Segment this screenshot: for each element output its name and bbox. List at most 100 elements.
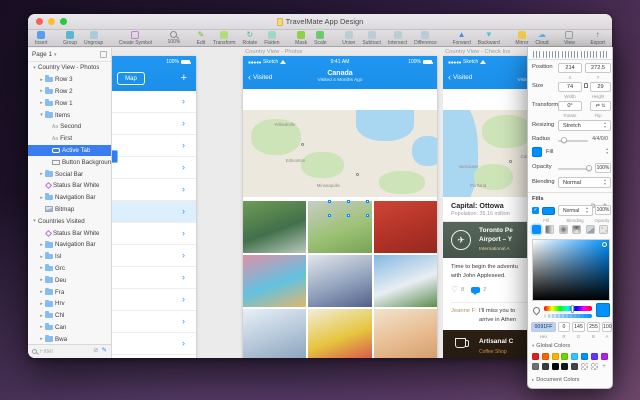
width-field[interactable]: 74	[558, 82, 582, 92]
toolbar-100-[interactable]: 100%	[168, 31, 181, 45]
global-color-swatch[interactable]	[561, 353, 568, 360]
toolbar-rotate[interactable]: ↻Rotate	[243, 31, 258, 46]
global-color-swatch[interactable]	[532, 353, 539, 360]
country-list-row[interactable]: ›	[112, 179, 196, 201]
hue-slider-knob[interactable]	[571, 305, 574, 313]
toolbar-union[interactable]: Union	[342, 31, 355, 46]
photo-forest-river[interactable]	[243, 201, 306, 253]
align-top-icon[interactable]	[581, 51, 588, 58]
green-field[interactable]: 145	[572, 322, 585, 332]
height-field[interactable]: 29	[590, 82, 611, 92]
photo-barn-meadow[interactable]	[308, 201, 371, 253]
opacity-field[interactable]: 100%	[595, 163, 611, 173]
country-list-row[interactable]: ›	[112, 311, 196, 333]
fill-type-image-icon[interactable]	[586, 225, 595, 234]
layer-fra[interactable]: ▸Fra	[28, 286, 111, 298]
fill-type-radial-icon[interactable]	[559, 225, 568, 234]
fill-type-linear-icon[interactable]	[545, 225, 554, 234]
toolbar-ungroup[interactable]: Ungroup	[84, 31, 103, 46]
layer-hrv[interactable]: ▸Hrv	[28, 298, 111, 310]
toolbar-export[interactable]: ↑Export	[590, 31, 604, 46]
fill-type-solid-icon[interactable]	[532, 225, 541, 234]
toolbar-subtract[interactable]: Subtract	[362, 31, 381, 46]
comment-bubble-icon[interactable]	[471, 287, 480, 293]
map-pin[interactable]	[356, 173, 359, 176]
layer-navigation-bar[interactable]: ▸Navigation Bar	[28, 192, 111, 204]
layer-status-bar-white[interactable]: Status Bar White	[28, 227, 111, 239]
layer-button-background[interactable]: Button Background	[28, 156, 111, 168]
country-list-row[interactable]: ›	[112, 223, 196, 245]
fill-type-angular-icon[interactable]	[572, 225, 581, 234]
artboard-countries-visited[interactable]: 100% Map + ››››››››››››	[112, 56, 196, 358]
country-list-row[interactable]: ›	[112, 245, 196, 267]
add-color-button[interactable]: +	[601, 363, 608, 370]
selection-handle[interactable]	[347, 200, 350, 203]
lock-icon[interactable]	[584, 83, 588, 88]
stepper-icon[interactable]: ▴▾	[606, 148, 608, 155]
toolbar-scale[interactable]: Scale	[314, 31, 327, 46]
hex-field[interactable]: 0091FF	[531, 322, 556, 332]
layer-items[interactable]: ▾Items	[28, 109, 111, 121]
checkin-coffee-card[interactable]: Artisanal C Coffee Shop	[443, 330, 527, 358]
toolbar-intersect[interactable]: Intersect	[388, 31, 407, 46]
selection-handle[interactable]	[347, 214, 350, 217]
photo-alpine-peak[interactable]	[374, 255, 437, 307]
toolbar-create-symbol[interactable]: Create Symbol	[119, 31, 152, 46]
selection-handle[interactable]	[328, 214, 331, 217]
selection-handle[interactable]	[328, 200, 331, 203]
eyedropper-icon[interactable]	[532, 306, 542, 316]
fill-opacity-field[interactable]: 100%	[595, 205, 611, 215]
global-color-swatch[interactable]	[542, 353, 549, 360]
global-color-swatch[interactable]	[532, 363, 539, 370]
layer-second[interactable]: AaSecond	[28, 121, 111, 133]
country-list-row[interactable]: ›	[112, 201, 196, 223]
page-selector[interactable]: Page 1 ▾	[28, 48, 111, 62]
layer-social-bar[interactable]: ▸Social Bar	[28, 168, 111, 180]
layer-isl[interactable]: ▸Isl	[28, 251, 111, 263]
layer-can[interactable]: ▸Can	[28, 322, 111, 334]
selection-handle[interactable]	[366, 214, 369, 217]
back-button[interactable]: Visited	[448, 72, 472, 82]
layer-first[interactable]: AaFirst	[28, 133, 111, 145]
titlebar[interactable]: TravelMate App Design	[28, 14, 612, 30]
edit-pencil-icon[interactable]: ✎	[102, 348, 107, 355]
like-heart-icon[interactable]: ♡	[451, 286, 458, 294]
photo-macarons[interactable]	[308, 309, 371, 358]
fill-type-noise-icon[interactable]	[599, 225, 608, 234]
country-list-row[interactable]: ›	[112, 267, 196, 289]
fill-color-swatch[interactable]	[532, 147, 542, 157]
photo-dusk-ridge[interactable]	[308, 255, 371, 307]
photo-snow-mountain[interactable]	[243, 309, 306, 358]
toolbar-edit[interactable]: ✎Edit	[196, 31, 206, 46]
align-middle-icon[interactable]	[590, 51, 597, 58]
saturation-brightness-picker[interactable]	[532, 239, 610, 301]
red-field[interactable]: 0	[558, 322, 570, 332]
selection-handle[interactable]	[366, 200, 369, 203]
country-list-row[interactable]: ›	[112, 135, 196, 157]
global-colors-header[interactable]: Global Colors	[532, 343, 570, 349]
country-list-row[interactable]: ›	[112, 91, 196, 113]
align-right-icon[interactable]	[571, 51, 578, 58]
global-color-swatch[interactable]	[571, 353, 578, 360]
country-list-row[interactable]: ›	[112, 113, 196, 135]
checkin-post[interactable]: Time to begin the adventu with John Appl…	[443, 258, 527, 330]
align-center-icon[interactable]	[562, 51, 569, 58]
country-list-row[interactable]: ›	[112, 333, 196, 355]
layer-row-1[interactable]: ▸Row 1	[28, 97, 111, 109]
toolbar-insert[interactable]: Insert	[35, 31, 48, 46]
map-pin[interactable]	[509, 160, 512, 163]
hue-slider[interactable]	[544, 306, 592, 311]
global-color-swatch[interactable]	[552, 353, 559, 360]
map-west-coast[interactable]: YellowknifeCalgaryReginaVancouverPortlan…	[443, 110, 527, 197]
transparent-swatch[interactable]	[581, 363, 588, 370]
minimize-window-button[interactable]	[48, 18, 55, 25]
artboard-title-photos[interactable]: Country View - Photos	[245, 49, 303, 55]
toolbar-forward[interactable]: ▲Forward	[452, 31, 470, 46]
visibility-toggle-icon[interactable]: ⊘	[93, 348, 98, 355]
fill-enabled-checkbox[interactable]: ✓	[532, 207, 539, 214]
transparent-swatch[interactable]	[591, 363, 598, 370]
photo-street-mural[interactable]	[243, 255, 306, 307]
layer-active-tab[interactable]: Active Tab	[28, 145, 111, 157]
toolbar-backward[interactable]: ▼Backward	[478, 31, 500, 46]
layer-chl[interactable]: ▸Chl	[28, 310, 111, 322]
